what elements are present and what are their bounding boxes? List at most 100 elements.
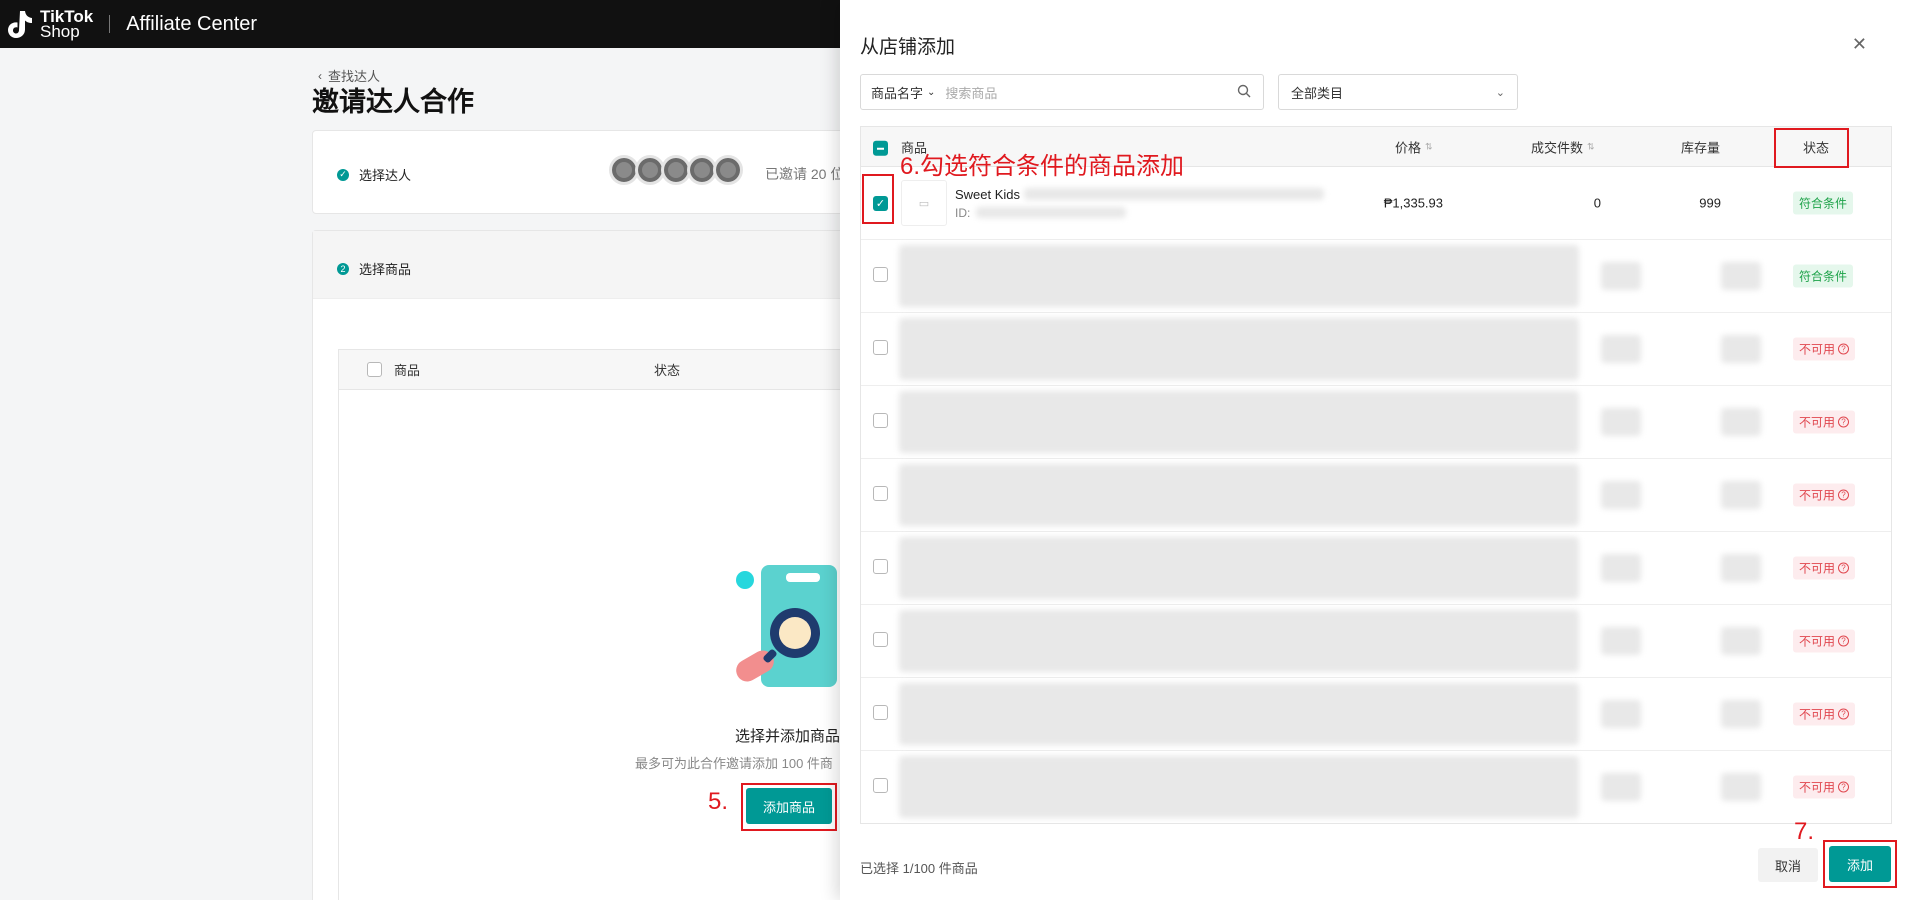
row-checkbox[interactable] — [873, 559, 888, 574]
annotation-step5: 5. — [708, 788, 729, 815]
product-search: 商品名字 ⌄ 搜索商品 — [860, 74, 1264, 110]
table-row[interactable]: 不可用? — [861, 532, 1891, 605]
blurred-id — [976, 207, 1127, 218]
status-badge: 不可用? — [1793, 337, 1856, 361]
creator-avatars — [609, 155, 743, 185]
blurred-value — [1721, 262, 1761, 290]
status-badge: 不可用? — [1793, 702, 1856, 726]
table-row[interactable]: 不可用? — [861, 459, 1891, 532]
step2-header: 2 选择商品 — [313, 231, 871, 299]
search-type-select[interactable]: 商品名字 ⌄ — [861, 83, 945, 102]
select-all-checkbox[interactable] — [873, 140, 888, 156]
col-sold-label: 成交件数 — [1531, 140, 1584, 155]
status-badge: 不可用? — [1793, 483, 1856, 507]
product-image-icon: ▭ — [901, 180, 947, 226]
blurred-value — [1601, 627, 1641, 655]
info-icon[interactable]: ? — [1838, 635, 1850, 647]
info-icon[interactable]: ? — [1838, 781, 1850, 793]
select-all-checkbox[interactable] — [367, 362, 382, 377]
annotation-step7: 7. — [1794, 818, 1815, 845]
step1-label: 选择达人 — [359, 168, 412, 183]
search-icon[interactable] — [1237, 84, 1251, 101]
blurred-value — [1601, 262, 1641, 290]
blurred-value — [1721, 773, 1761, 801]
modal-title: 从店铺添加 — [860, 37, 956, 58]
blurred-value — [1601, 335, 1641, 363]
confirm-add-button[interactable]: 添加 — [1829, 846, 1891, 882]
col-status: 状态 — [654, 363, 681, 378]
step2-label: 选择商品 — [359, 262, 412, 277]
blurred-product-info — [899, 245, 1579, 307]
row-checkbox[interactable] — [873, 413, 888, 428]
search-input[interactable]: 搜索商品 — [945, 83, 1237, 102]
blurred-value — [1601, 700, 1641, 728]
category-select[interactable]: 全部类目 ⌄ — [1278, 74, 1518, 110]
table-row[interactable]: 不可用? — [861, 751, 1891, 823]
status-text: 不可用 — [1799, 342, 1836, 357]
blurred-value — [1721, 700, 1761, 728]
chevron-down-icon: ⌄ — [1495, 86, 1505, 99]
empty-state-illustration-icon — [736, 565, 837, 687]
annotation-box-status-col — [1774, 128, 1849, 168]
status-badge: 符合条件 — [1793, 264, 1854, 288]
blurred-value — [1721, 627, 1761, 655]
chevron-down-icon: ⌄ — [927, 86, 936, 98]
page-title: 邀请达人合作 — [312, 87, 474, 117]
col-product: 商品 — [394, 363, 421, 378]
table-row[interactable]: 不可用? — [861, 605, 1891, 678]
status-text: 不可用 — [1799, 707, 1836, 722]
row-checkbox[interactable] — [873, 340, 888, 355]
add-from-store-modal: 从店铺添加 ✕ 商品名字 ⌄ 搜索商品 全部类目 ⌄ 商品 价格 ⇅ 成交件数 ⇅ … — [840, 0, 1905, 900]
avatar — [713, 155, 743, 185]
info-icon[interactable]: ? — [1838, 343, 1850, 355]
row-checkbox[interactable] — [873, 486, 888, 501]
add-products-button[interactable]: 添加商品 — [746, 788, 832, 824]
row-checkbox[interactable] — [873, 778, 888, 793]
step-number-badge: 2 — [337, 262, 349, 275]
status-badge: 符合条件 — [1793, 191, 1854, 215]
category-value: 全部类目 — [1291, 85, 1344, 101]
step1: ✓ 选择达人 — [337, 165, 411, 184]
product-price: ₱1,335.93 — [1383, 195, 1443, 211]
step1-card: ✓ 选择达人 已邀请 20 位 — [312, 130, 872, 214]
col-sold[interactable]: 成交件数 ⇅ — [1531, 137, 1595, 156]
product-table: 商品 价格 ⇅ 成交件数 ⇅ 库存量 状态 ✓ ▭ Sweet Kids ID: ₱1,33… — [860, 126, 1892, 824]
table-row[interactable]: 不可用? — [861, 678, 1891, 751]
blurred-value — [1721, 408, 1761, 436]
product-sold: 0 — [1593, 195, 1601, 211]
blurred-value — [1721, 481, 1761, 509]
status-badge: 不可用? — [1793, 629, 1856, 653]
close-icon[interactable]: ✕ — [1852, 34, 1867, 55]
row-checkbox[interactable] — [873, 705, 888, 720]
search-type-label: 商品名字 — [871, 85, 924, 101]
product-name: Sweet Kids — [955, 186, 1021, 202]
table-row[interactable]: 不可用? — [861, 386, 1891, 459]
status-text: 符合条件 — [1799, 269, 1848, 284]
blurred-value — [1721, 554, 1761, 582]
row-checkbox[interactable] — [873, 632, 888, 647]
annotation-box-row-checkbox — [862, 174, 894, 224]
info-icon[interactable]: ? — [1838, 562, 1850, 574]
table-row[interactable]: 符合条件 — [861, 240, 1891, 313]
blurred-value — [1721, 335, 1761, 363]
info-icon[interactable]: ? — [1838, 489, 1850, 501]
info-icon[interactable]: ? — [1838, 416, 1850, 428]
table-row[interactable]: 不可用? — [861, 313, 1891, 386]
step2: 2 选择商品 — [337, 259, 411, 278]
tiktok-logo-icon — [8, 11, 32, 38]
cancel-button[interactable]: 取消 — [1758, 848, 1818, 882]
col-price[interactable]: 价格 ⇅ — [1395, 137, 1433, 156]
header-divider — [109, 15, 111, 33]
blurred-product-info — [899, 318, 1579, 380]
table-header: 商品 状态 — [339, 350, 857, 390]
app-title: Affiliate Center — [126, 12, 258, 35]
row-checkbox[interactable] — [873, 267, 888, 282]
empty-state-title: 选择并添加商品 — [735, 728, 841, 745]
blurred-value — [1601, 554, 1641, 582]
col-price-label: 价格 — [1395, 140, 1422, 155]
blurred-product-info — [899, 756, 1579, 818]
blurred-product-info — [899, 537, 1579, 599]
tiktok-shop-logo[interactable]: TikTok Shop — [4, 7, 93, 41]
product-id-label: ID: — [955, 205, 971, 220]
info-icon[interactable]: ? — [1838, 708, 1850, 720]
